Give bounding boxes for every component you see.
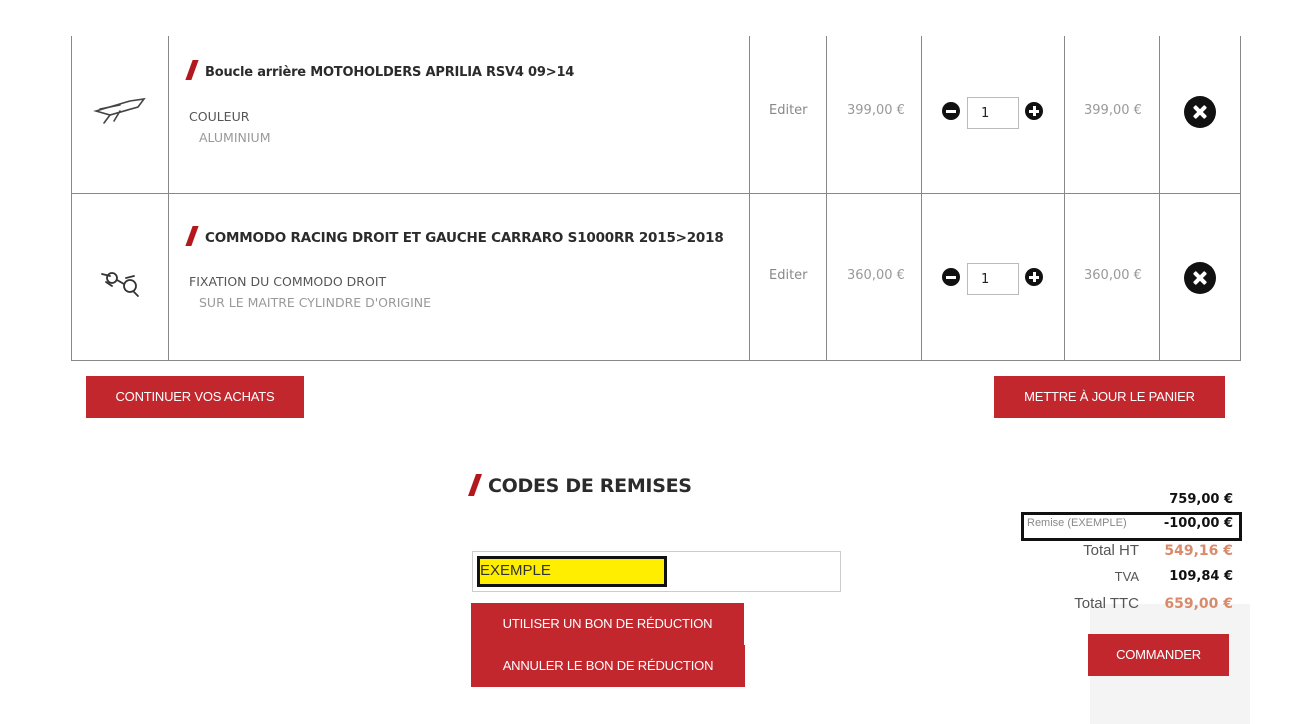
quantity-increase-icon[interactable]: [1025, 102, 1043, 120]
total-ht-label: Total HT: [1083, 542, 1139, 559]
subtotal-value: 759,00 €: [1169, 492, 1233, 507]
product-title-link[interactable]: COMMODO RACING DROIT ET GAUCHE CARRARO S…: [205, 230, 724, 246]
discount-code-value[interactable]: EXEMPLE: [480, 562, 551, 579]
quantity-increase-icon[interactable]: [1025, 268, 1043, 286]
discount-codes-title: CODES DE REMISES: [467, 474, 692, 497]
discount-label: Remise (EXEMPLE): [1027, 517, 1127, 529]
switch-control-part-icon[interactable]: [90, 262, 152, 302]
column-divider: [1159, 194, 1160, 360]
option-value: SUR LE MAITRE CYLINDRE D'ORIGINE: [199, 295, 432, 310]
quantity-input[interactable]: [967, 263, 1019, 295]
cart-row: Boucle arrière MOTOHOLDERS APRILIA RSV4 …: [72, 36, 1240, 194]
total-ht-value: 549,16 €: [1164, 543, 1233, 559]
quantity-input[interactable]: [967, 97, 1019, 129]
cart-row: COMMODO RACING DROIT ET GAUCHE CARRARO S…: [72, 194, 1240, 360]
column-divider: [1064, 194, 1065, 360]
unit-price: 360,00 €: [847, 268, 905, 283]
total-ttc-value: 659,00 €: [1164, 596, 1233, 612]
quantity-decrease-icon[interactable]: [942, 268, 960, 286]
product-title[interactable]: COMMODO RACING DROIT ET GAUCHE CARRARO S…: [185, 226, 724, 246]
title-accent-slash: [185, 226, 199, 246]
column-divider: [921, 194, 922, 360]
column-divider: [749, 194, 750, 360]
line-total: 360,00 €: [1084, 268, 1142, 283]
unit-price: 399,00 €: [847, 103, 905, 118]
cancel-coupon-button[interactable]: ANNULER LE BON DE RÉDUCTION: [471, 645, 745, 687]
tva-value: 109,84 €: [1169, 569, 1233, 584]
column-divider: [921, 36, 922, 193]
product-title[interactable]: Boucle arrière MOTOHOLDERS APRILIA RSV4 …: [185, 60, 574, 80]
remove-item-icon[interactable]: [1184, 96, 1216, 128]
option-name: FIXATION DU COMMODO DROIT: [189, 274, 387, 289]
line-total: 399,00 €: [1084, 103, 1142, 118]
column-divider: [168, 194, 169, 360]
title-accent-slash: [185, 60, 199, 80]
product-title-link[interactable]: Boucle arrière MOTOHOLDERS APRILIA RSV4 …: [205, 65, 574, 80]
column-divider: [826, 36, 827, 193]
edit-link[interactable]: Editer: [769, 103, 808, 118]
title-accent-slash: [467, 474, 483, 496]
rear-hook-part-icon[interactable]: [90, 91, 152, 131]
update-cart-button[interactable]: METTRE À JOUR LE PANIER: [994, 376, 1225, 418]
column-divider: [1159, 36, 1160, 193]
option-value: ALUMINIUM: [199, 130, 271, 145]
edit-link[interactable]: Editer: [769, 268, 808, 283]
discount-value: -100,00 €: [1163, 516, 1233, 531]
total-ttc-label: Total TTC: [1074, 595, 1139, 612]
column-divider: [1064, 36, 1065, 193]
column-divider: [826, 194, 827, 360]
order-button[interactable]: COMMANDER: [1088, 634, 1229, 676]
cart-table: Boucle arrière MOTOHOLDERS APRILIA RSV4 …: [71, 36, 1241, 361]
column-divider: [168, 36, 169, 193]
discount-codes-heading: CODES DE REMISES: [488, 475, 692, 497]
quantity-decrease-icon[interactable]: [942, 102, 960, 120]
column-divider: [749, 36, 750, 193]
apply-coupon-button[interactable]: UTILISER UN BON DE RÉDUCTION: [471, 603, 744, 645]
option-name: COULEUR: [189, 109, 250, 124]
remove-item-icon[interactable]: [1184, 262, 1216, 294]
continue-shopping-button[interactable]: CONTINUER VOS ACHATS: [86, 376, 304, 418]
tva-label: TVA: [1114, 569, 1139, 584]
